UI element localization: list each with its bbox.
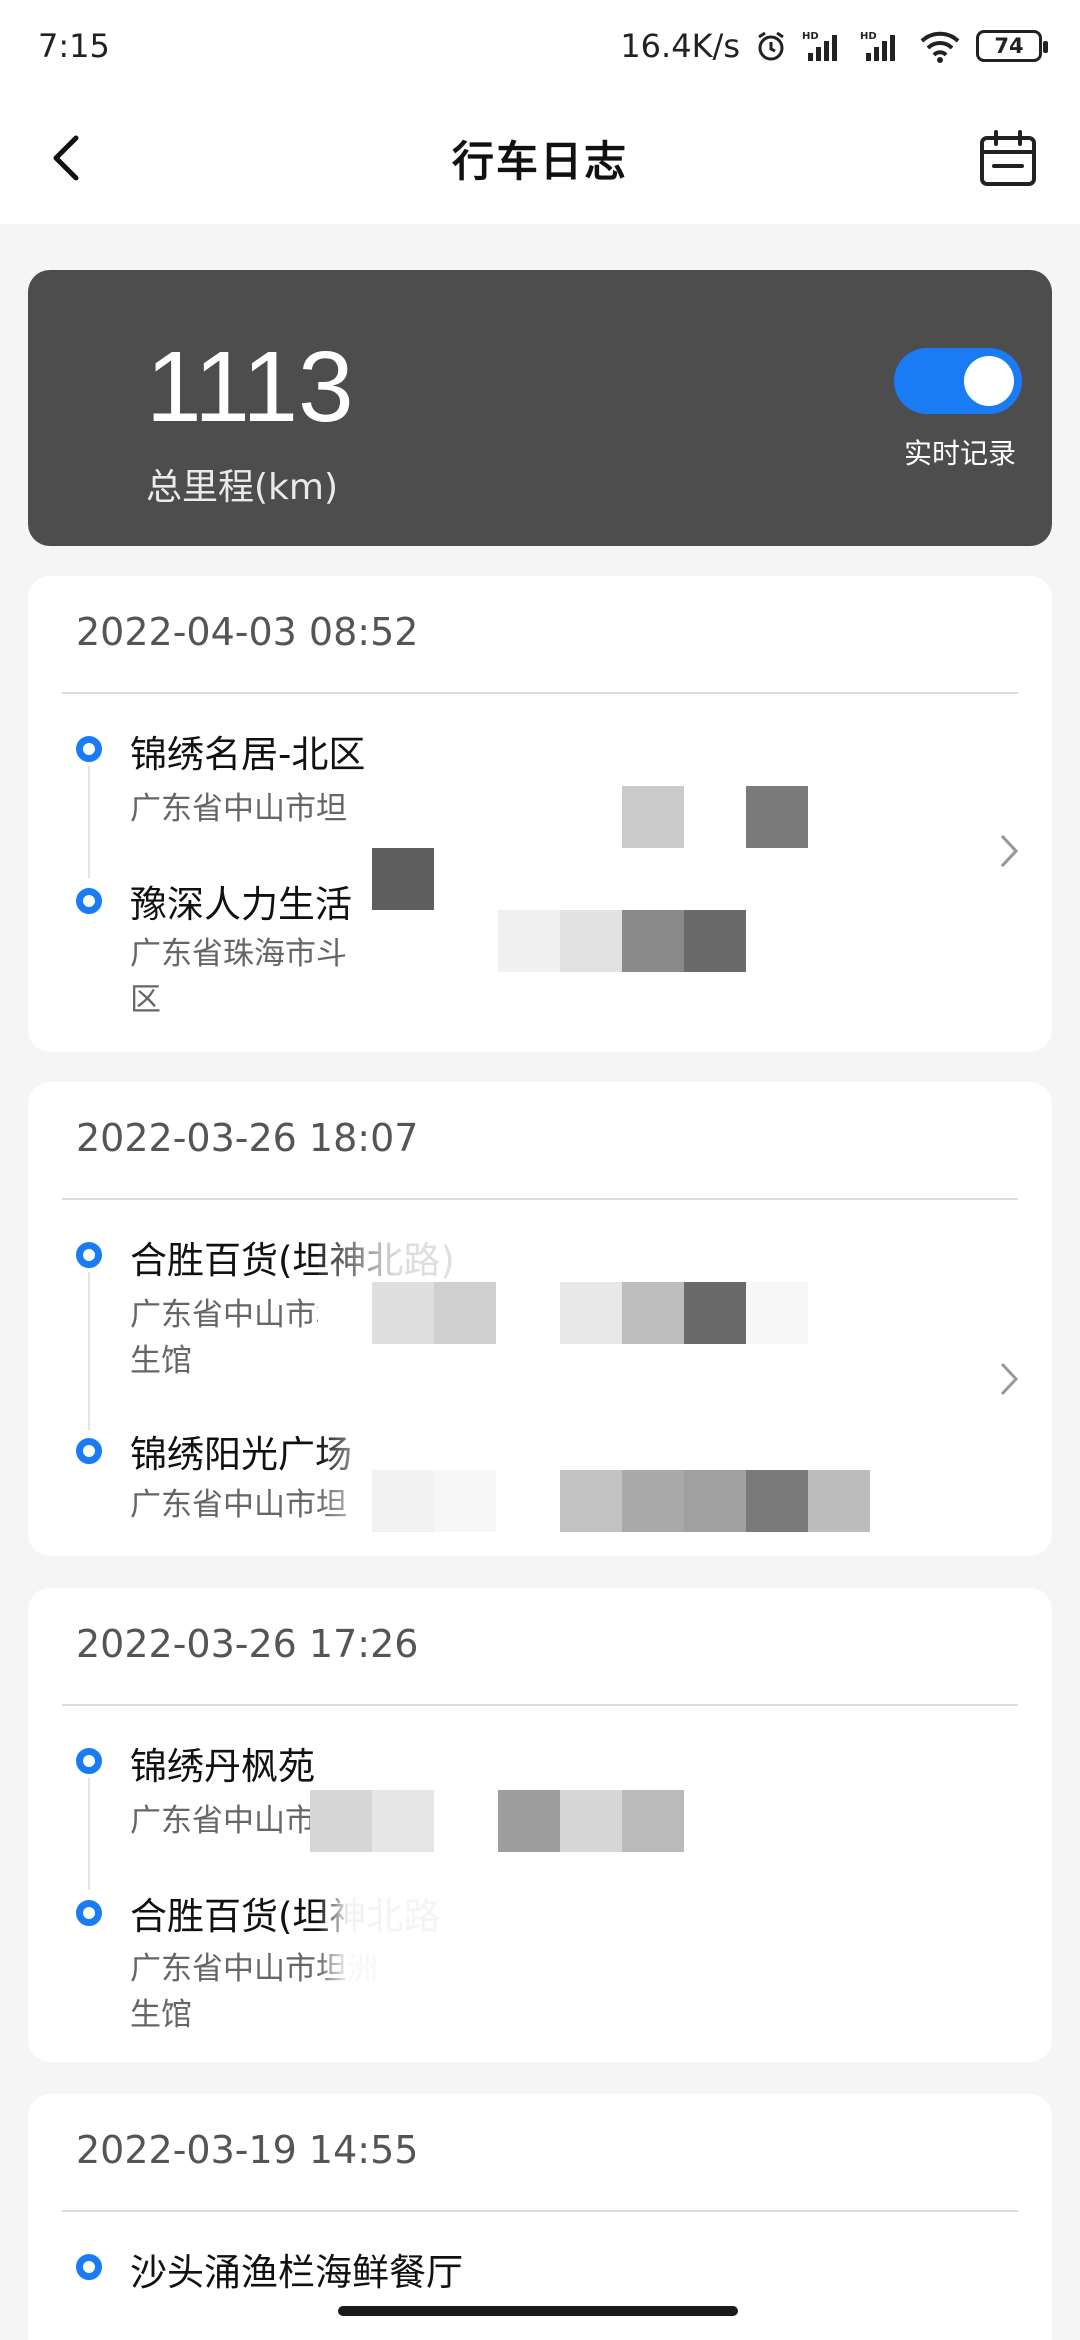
redaction-block bbox=[372, 1470, 434, 1532]
total-mileage-value: 1113 bbox=[146, 331, 354, 443]
network-speed: 16.4K/s bbox=[620, 27, 740, 65]
trip-date: 2022-03-26 18:07 bbox=[76, 1116, 419, 1160]
svg-text:HD: HD bbox=[802, 31, 819, 42]
redaction-block bbox=[498, 1790, 560, 1852]
redaction-blur bbox=[318, 1344, 968, 1418]
trip-date: 2022-03-19 14:55 bbox=[76, 2128, 419, 2172]
divider bbox=[62, 1704, 1018, 1706]
start-point-icon bbox=[76, 1748, 102, 1774]
trip-card[interactable]: 2022-04-03 08:52 锦绣名居-北区 广东省中山市坦 豫深人力生活 … bbox=[28, 576, 1052, 1052]
svg-text:HD: HD bbox=[860, 31, 877, 42]
redaction-block bbox=[684, 1282, 746, 1344]
chevron-right-icon bbox=[1000, 1362, 1019, 1396]
toggle-knob bbox=[964, 356, 1014, 406]
redaction-block bbox=[434, 1282, 496, 1344]
redaction-block bbox=[560, 1790, 622, 1852]
redaction-blur bbox=[318, 1854, 1052, 2062]
alarm-icon bbox=[754, 29, 788, 63]
end-point-icon bbox=[76, 1900, 102, 1926]
redaction-block bbox=[372, 1790, 434, 1852]
route-line bbox=[88, 1778, 90, 1890]
trip-card[interactable]: 2022-03-26 17:26 锦绣丹枫苑 广东省中山市 合胜百货(坦神北路 … bbox=[28, 1588, 1052, 2062]
divider bbox=[62, 2210, 1018, 2212]
divider bbox=[62, 692, 1018, 694]
start-place-name: 锦绣丹枫苑 bbox=[130, 1745, 315, 1788]
redaction-blur bbox=[318, 1232, 968, 1282]
signal-hd-icon-2: HD bbox=[860, 29, 904, 63]
end-place-name: 豫深人力生活 bbox=[130, 883, 352, 926]
redaction-blur bbox=[372, 726, 962, 1026]
redaction-block bbox=[560, 910, 622, 972]
signal-hd-icon: HD bbox=[802, 29, 846, 63]
redaction-block bbox=[622, 1282, 684, 1344]
redaction-block bbox=[684, 1470, 746, 1532]
total-mileage-label: 总里程(km) bbox=[146, 467, 339, 508]
status-bar: 7:15 16.4K/s HD HD 74 bbox=[0, 0, 1080, 92]
battery-icon: 74 bbox=[976, 30, 1048, 62]
wifi-icon bbox=[918, 29, 962, 63]
route-line bbox=[88, 1272, 90, 1430]
status-icons: 16.4K/s HD HD 74 bbox=[620, 27, 1048, 65]
page-title: 行车日志 bbox=[451, 136, 628, 186]
calendar-icon[interactable] bbox=[978, 128, 1038, 188]
start-point-icon bbox=[76, 2254, 102, 2280]
redaction-block bbox=[310, 1790, 372, 1852]
status-time: 7:15 bbox=[38, 27, 110, 65]
redaction-block bbox=[808, 1470, 870, 1532]
redaction-block bbox=[622, 786, 684, 848]
redaction-block bbox=[560, 1282, 622, 1344]
route-line bbox=[88, 766, 90, 878]
trip-card[interactable]: 2022-03-19 14:55 沙头涌渔栏海鲜餐厅 bbox=[28, 2094, 1052, 2340]
redaction-block bbox=[622, 1470, 684, 1532]
redaction-block bbox=[746, 1282, 808, 1344]
mileage-summary-card: 1113 总里程(km) 实时记录 bbox=[28, 270, 1052, 546]
redaction-block bbox=[372, 1282, 434, 1344]
redaction-block bbox=[746, 786, 808, 848]
home-indicator[interactable] bbox=[338, 2306, 738, 2316]
redaction-block bbox=[746, 1470, 808, 1532]
realtime-record-label: 实时记录 bbox=[903, 437, 1016, 470]
redaction-block bbox=[372, 786, 402, 848]
redaction-block bbox=[434, 1470, 496, 1532]
chevron-right-icon bbox=[1000, 834, 1019, 868]
start-place-name: 沙头涌渔栏海鲜餐厅 bbox=[130, 2251, 463, 2294]
redaction-block bbox=[560, 1470, 622, 1532]
start-point-icon bbox=[76, 1242, 102, 1268]
trip-card[interactable]: 2022-03-26 18:07 合胜百货(坦神北路) 广东省中山市坦 生馆 锦… bbox=[28, 1082, 1052, 1556]
trip-date: 2022-03-26 17:26 bbox=[76, 1622, 419, 1666]
redaction-block bbox=[622, 1790, 684, 1852]
redaction-block bbox=[372, 848, 434, 910]
realtime-record-toggle[interactable] bbox=[894, 348, 1022, 414]
nav-bar: 行车日志 bbox=[0, 92, 1080, 224]
back-icon[interactable] bbox=[42, 130, 98, 186]
start-place-name: 锦绣名居-北区 bbox=[130, 733, 366, 776]
end-point-icon bbox=[76, 888, 102, 914]
trip-date: 2022-04-03 08:52 bbox=[76, 610, 419, 654]
start-point-icon bbox=[76, 736, 102, 762]
redaction-block bbox=[684, 910, 746, 972]
divider bbox=[62, 1198, 1018, 1200]
redaction-block bbox=[498, 910, 560, 972]
end-point-icon bbox=[76, 1438, 102, 1464]
redaction-block bbox=[622, 910, 684, 972]
